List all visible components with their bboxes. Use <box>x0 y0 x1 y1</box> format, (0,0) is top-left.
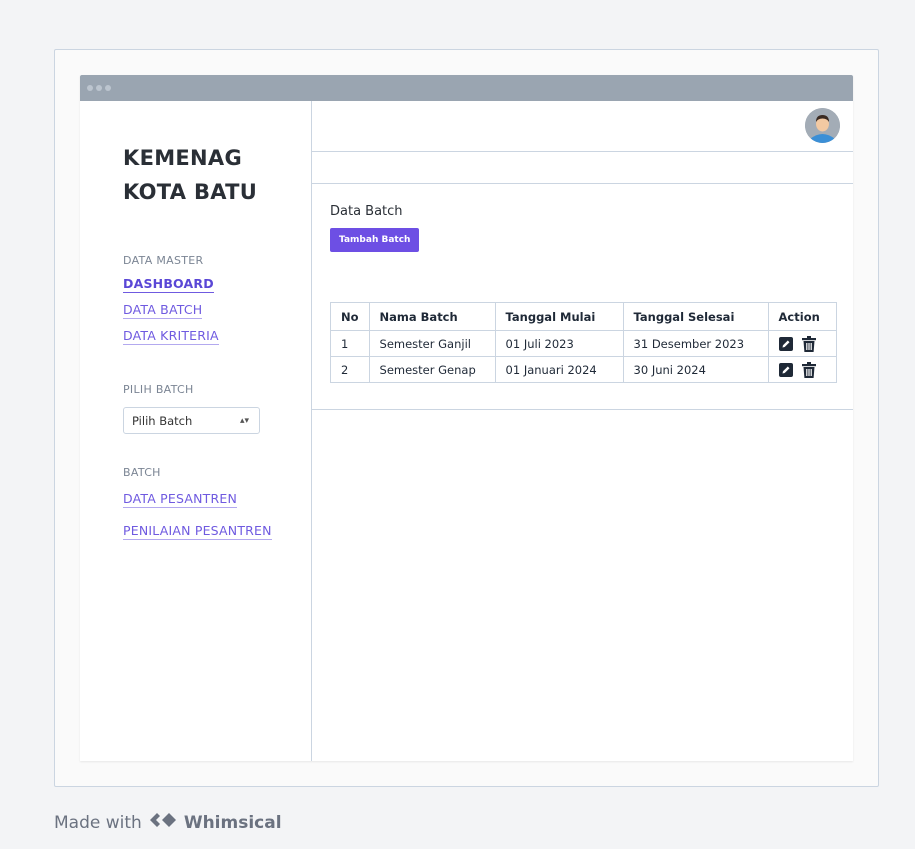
brand-line-2: KOTA BATU <box>123 180 258 204</box>
table-header-row: No Nama Batch Tanggal Mulai Tanggal Sele… <box>330 302 838 331</box>
window-dot-icon <box>87 85 93 91</box>
table-cell: 01 Januari 2024 <box>494 356 624 383</box>
user-avatar[interactable] <box>805 108 840 143</box>
sidebar: KEMENAG KOTA BATU DATA MASTER DASHBOARD … <box>80 101 312 761</box>
batch-select[interactable]: Pilih Batch ▴▾ <box>123 407 260 434</box>
column-header: Tanggal Selesai <box>622 302 769 331</box>
column-header: Nama Batch <box>368 302 496 331</box>
data-batch-panel: Data Batch Tambah Batch No Nama Batch Ta… <box>312 184 853 410</box>
window-dot-icon <box>105 85 111 91</box>
add-batch-button[interactable]: Tambah Batch <box>330 228 420 252</box>
section-label-pilih-batch: PILIH BATCH <box>123 383 194 396</box>
table-cell: Semester Genap <box>368 356 496 383</box>
column-header: Action <box>767 302 838 331</box>
table-cell: 01 Juli 2023 <box>494 330 624 357</box>
row-actions <box>778 361 826 378</box>
batch-select-value: Pilih Batch <box>132 413 193 428</box>
sub-bar <box>312 152 853 184</box>
column-header: No <box>330 302 370 331</box>
made-with-footer: Made with Whimsical <box>54 810 282 835</box>
select-caret-icon: ▴▾ <box>239 415 249 426</box>
nav-data-master: DASHBOARD DATA BATCH DATA KRITERIA <box>123 267 311 345</box>
trash-icon[interactable] <box>801 335 816 352</box>
sidebar-item-data-batch[interactable]: DATA BATCH <box>123 301 203 319</box>
avatar-person-icon <box>805 108 840 143</box>
table-cell: 31 Desember 2023 <box>622 330 769 357</box>
trash-icon[interactable] <box>801 361 816 378</box>
whimsical-logo-icon <box>148 810 178 835</box>
brand-line-1: KEMENAG <box>123 146 243 170</box>
edit-icon[interactable] <box>778 362 793 377</box>
table-cell: 30 Juni 2024 <box>622 356 769 383</box>
sidebar-item-data-pesantren[interactable]: DATA PESANTREN <box>123 490 238 508</box>
column-header: Tanggal Mulai <box>494 302 624 331</box>
table-cell: 2 <box>330 356 370 383</box>
table-row: 1 Semester Ganjil 01 Juli 2023 31 Desemb… <box>330 330 838 357</box>
edit-icon[interactable] <box>778 336 793 351</box>
sidebar-item-penilaian-pesantren[interactable]: PENILAIAN PESANTREN <box>123 522 272 540</box>
table-cell: 1 <box>330 330 370 357</box>
table-row: 2 Semester Genap 01 Januari 2024 30 Juni… <box>330 356 838 383</box>
section-label-data-master: DATA MASTER <box>123 254 204 267</box>
window-titlebar <box>80 75 853 101</box>
table-cell: Semester Ganjil <box>368 330 496 357</box>
action-cell <box>767 356 838 383</box>
nav-batch: DATA PESANTREN PENILAIAN PESANTREN <box>123 479 311 540</box>
top-bar <box>312 101 853 152</box>
whimsical-brand: Whimsical <box>183 812 282 833</box>
row-actions <box>778 335 826 352</box>
section-label-batch: BATCH <box>123 466 161 479</box>
app-window: KEMENAG KOTA BATU DATA MASTER DASHBOARD … <box>80 75 853 761</box>
sidebar-item-data-kriteria[interactable]: DATA KRITERIA <box>123 327 219 345</box>
made-with-label: Made with <box>54 812 142 833</box>
sidebar-item-dashboard[interactable]: DASHBOARD <box>123 275 214 293</box>
window-dot-icon <box>96 85 102 91</box>
brand-title: KEMENAG KOTA BATU <box>123 141 311 209</box>
action-cell <box>767 330 838 357</box>
page-title: Data Batch <box>330 204 403 219</box>
batch-table: No Nama Batch Tanggal Mulai Tanggal Sele… <box>330 302 838 383</box>
